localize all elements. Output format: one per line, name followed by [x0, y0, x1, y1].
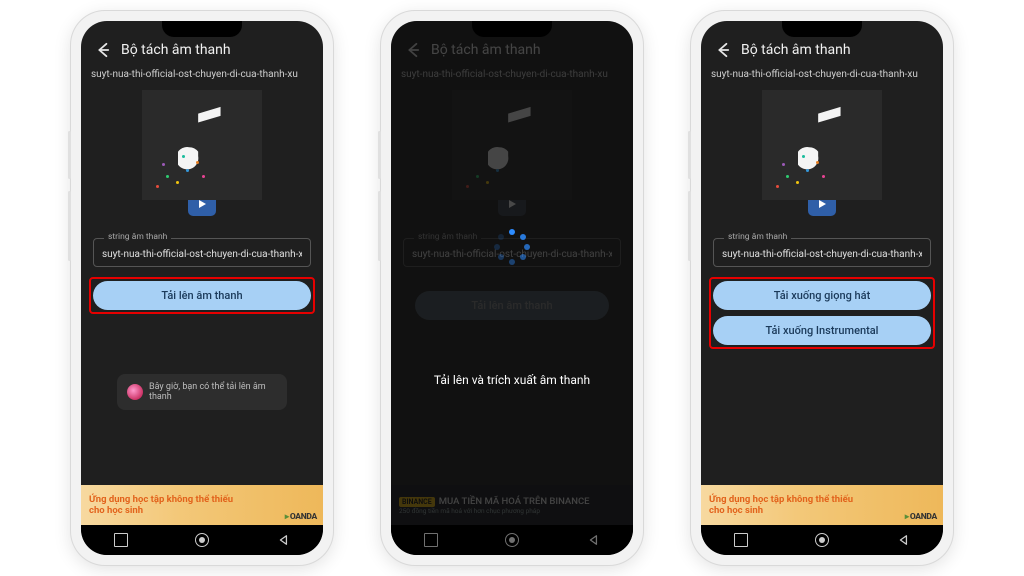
- ad-brand: OANDA: [905, 512, 937, 522]
- loading-text: Tải lên và trích xuất âm thanh: [434, 373, 590, 387]
- upload-button[interactable]: Tải lên âm thanh: [93, 281, 311, 310]
- back-icon[interactable]: [93, 41, 111, 59]
- audio-string-field[interactable]: string âm thanh suyt-nua-thi-official-os…: [713, 238, 931, 267]
- notch: [162, 21, 242, 37]
- field-value: suyt-nua-thi-official-ost-chuyen-di-cua-…: [102, 249, 302, 260]
- phone-mockup-1: Bộ tách âm thanh suyt-nua-thi-official-o…: [71, 11, 333, 565]
- screen-result: Bộ tách âm thanh suyt-nua-thi-official-o…: [701, 21, 943, 555]
- nav-recent-icon[interactable]: [114, 533, 128, 547]
- hint-chip: Bây giờ, bạn có thể tải lên âm thanh: [117, 374, 287, 410]
- spinner-icon: [494, 229, 530, 265]
- field-value: suyt-nua-thi-official-ost-chuyen-di-cua-…: [722, 249, 922, 260]
- filename-strip: suyt-nua-thi-official-ost-chuyen-di-cua-…: [81, 67, 323, 86]
- filename-strip: suyt-nua-thi-official-ost-chuyen-di-cua-…: [701, 67, 943, 86]
- artwork-area: [81, 86, 323, 226]
- audio-string-field[interactable]: string âm thanh suyt-nua-thi-official-os…: [93, 238, 311, 267]
- ad-banner[interactable]: Ứng dụng học tập không thể thiếu cho học…: [81, 485, 323, 525]
- nav-home-icon[interactable]: [195, 533, 209, 547]
- hint-avatar-icon: [127, 384, 143, 400]
- phone-mockup-2: Bộ tách âm thanh suyt-nua-thi-official-o…: [381, 11, 643, 565]
- android-navbar: [701, 525, 943, 555]
- screen-upload: Bộ tách âm thanh suyt-nua-thi-official-o…: [81, 21, 323, 555]
- confetti-graphic: [152, 142, 222, 192]
- confetti-graphic: [772, 142, 842, 192]
- nav-home-icon[interactable]: [815, 533, 829, 547]
- artwork-area: [701, 86, 943, 226]
- ad-banner[interactable]: Ứng dụng học tập không thể thiếu cho học…: [701, 485, 943, 525]
- page-title: Bộ tách âm thanh: [121, 42, 231, 58]
- phone-mockup-3: Bộ tách âm thanh suyt-nua-thi-official-o…: [691, 11, 953, 565]
- album-art: [142, 90, 262, 200]
- notch: [782, 21, 862, 37]
- page-title: Bộ tách âm thanh: [741, 42, 851, 58]
- loading-overlay: Tải lên và trích xuất âm thanh: [391, 21, 633, 555]
- screen-loading: Bộ tách âm thanh suyt-nua-thi-official-o…: [391, 21, 633, 555]
- nav-recent-icon[interactable]: [734, 533, 748, 547]
- album-art: [762, 90, 882, 200]
- ad-brand: OANDA: [285, 512, 317, 522]
- download-instrumental-button[interactable]: Tải xuống Instrumental: [713, 316, 931, 345]
- field-legend: string âm thanh: [104, 232, 171, 242]
- highlight-upload: Tải lên âm thanh: [89, 277, 315, 314]
- ad-text: Ứng dụng học tập không thể thiếu cho học…: [89, 494, 233, 516]
- back-icon[interactable]: [713, 41, 731, 59]
- field-legend: string âm thanh: [724, 232, 791, 242]
- nav-back-icon[interactable]: [276, 533, 290, 547]
- hint-text: Bây giờ, bạn có thể tải lên âm thanh: [149, 382, 277, 402]
- highlight-downloads: Tải xuống giọng hát Tải xuống Instrument…: [709, 277, 935, 349]
- ad-text: Ứng dụng học tập không thể thiếu cho học…: [709, 494, 853, 516]
- android-navbar: [81, 525, 323, 555]
- download-vocal-button[interactable]: Tải xuống giọng hát: [713, 281, 931, 310]
- nav-back-icon[interactable]: [896, 533, 910, 547]
- notch: [472, 21, 552, 37]
